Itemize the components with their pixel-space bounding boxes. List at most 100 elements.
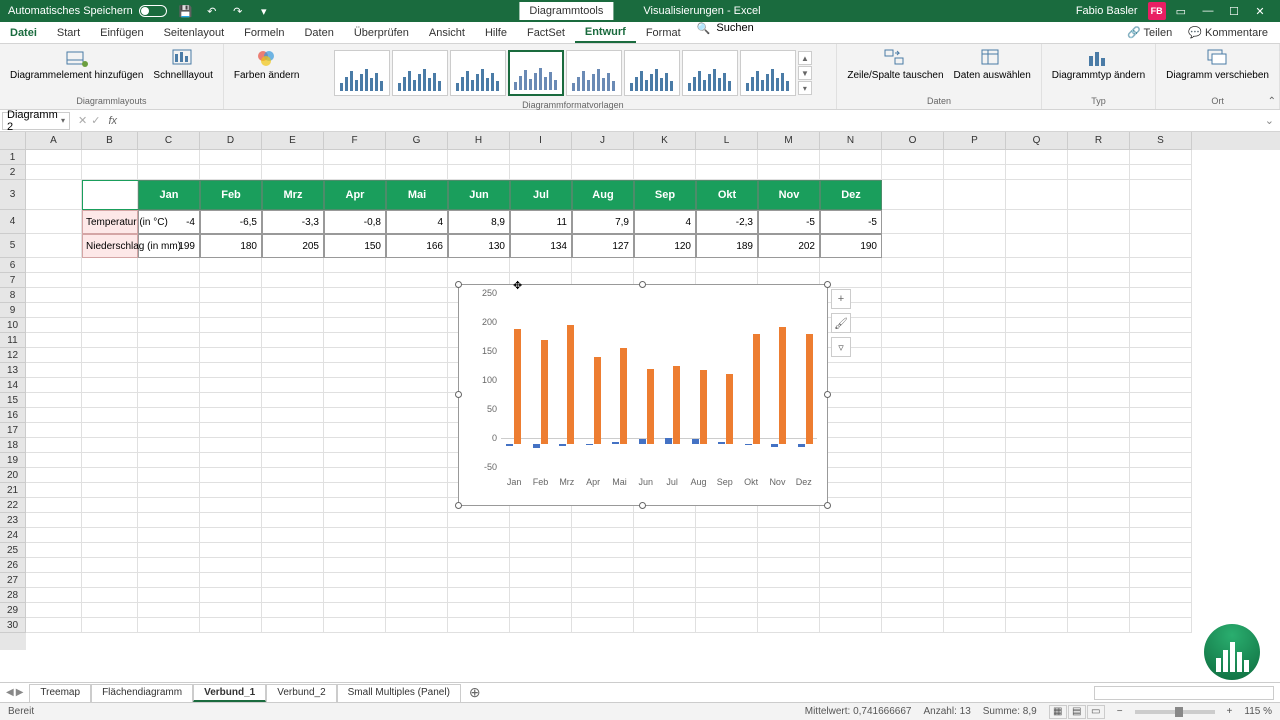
col-header-R[interactable]: R [1068,132,1130,150]
avatar[interactable]: FB [1148,2,1166,20]
bar-group[interactable] [692,370,707,444]
col-header-P[interactable]: P [944,132,1006,150]
row-header-27[interactable]: 27 [0,573,26,588]
col-header-L[interactable]: L [696,132,758,150]
sheet-nav-next-icon[interactable]: ▶ [16,687,24,698]
chart-style-6[interactable] [624,50,680,96]
select-data-button[interactable]: Daten auswählen [950,46,1035,96]
row-header-6[interactable]: 6 [0,258,26,273]
tab-daten[interactable]: Daten [294,22,343,43]
share-button[interactable]: 🔗 Teilen [1127,26,1172,39]
data-cell[interactable]: 134 [510,234,572,258]
maximize-button[interactable]: ☐ [1222,2,1246,20]
col-header-C[interactable]: C [138,132,200,150]
close-button[interactable]: ✕ [1248,2,1272,20]
data-cell[interactable]: -5 [820,210,882,234]
gallery-up-button[interactable]: ▲ [798,51,812,65]
row-header-12[interactable]: 12 [0,348,26,363]
gallery-more-button[interactable]: ▾ [798,81,812,95]
data-cell[interactable]: 190 [820,234,882,258]
view-normal-button[interactable]: ▦ [1049,705,1067,719]
bar-group[interactable] [745,334,760,444]
bar-group[interactable] [718,374,733,444]
fx-icon[interactable]: fx [108,115,121,127]
row-header-16[interactable]: 16 [0,408,26,423]
ribbon-display-icon[interactable]: ▭ [1176,5,1186,18]
bar-group[interactable] [559,325,574,444]
chart-style-5[interactable] [566,50,622,96]
autosave-toggle[interactable] [139,5,167,17]
row-header-10[interactable]: 10 [0,318,26,333]
bar-group[interactable] [612,348,627,444]
row-header-24[interactable]: 24 [0,528,26,543]
zoom-level[interactable]: 115 % [1244,706,1272,717]
redo-icon[interactable]: ↷ [231,4,245,18]
tab-factset[interactable]: FactSet [517,22,575,43]
switch-row-col-button[interactable]: Zeile/Spalte tauschen [843,46,947,96]
data-cell[interactable]: -6,5 [200,210,262,234]
row-header-15[interactable]: 15 [0,393,26,408]
quick-layout-button[interactable]: Schnelllayout [149,46,216,96]
col-header-A[interactable]: A [26,132,82,150]
tab-seitenlayout[interactable]: Seitenlayout [154,22,235,43]
data-cell[interactable]: -5 [758,210,820,234]
sheet-tab-verbund-1[interactable]: Verbund_1 [193,684,266,702]
row-header-20[interactable]: 20 [0,468,26,483]
chart-elements-button[interactable]: + [831,289,851,309]
chart-plot[interactable] [501,293,817,473]
row-header-8[interactable]: 8 [0,288,26,303]
expand-formula-icon[interactable]: ⌄ [1259,114,1280,127]
bar-group[interactable] [506,329,521,444]
data-cell[interactable]: 189 [696,234,758,258]
sheet-nav-prev-icon[interactable]: ◀ [6,687,14,698]
data-cell[interactable]: 8,9 [448,210,510,234]
chart-style-3[interactable] [450,50,506,96]
move-chart-button[interactable]: Diagramm verschieben [1162,46,1273,83]
save-icon[interactable]: 💾 [179,4,193,18]
sheet-tab-treemap[interactable]: Treemap [29,684,91,702]
sheet-tab-small-multiples--panel-[interactable]: Small Multiples (Panel) [337,684,461,702]
enter-formula-icon[interactable]: ✓ [91,114,100,127]
data-cell[interactable]: 205 [262,234,324,258]
chart-style-8[interactable] [740,50,796,96]
sheet-tab-verbund-2[interactable]: Verbund_2 [266,684,336,702]
row-header-13[interactable]: 13 [0,363,26,378]
data-cell[interactable]: 202 [758,234,820,258]
minimize-button[interactable]: — [1196,2,1220,20]
data-cell[interactable]: -3,3 [262,210,324,234]
chart-style-7[interactable] [682,50,738,96]
row-header-4[interactable]: 4 [0,210,26,234]
data-cell[interactable]: 120 [634,234,696,258]
row-header-28[interactable]: 28 [0,588,26,603]
bar-group[interactable] [586,357,601,444]
data-cell[interactable]: 180 [200,234,262,258]
col-header-K[interactable]: K [634,132,696,150]
col-header-E[interactable]: E [262,132,324,150]
col-header-B[interactable]: B [82,132,138,150]
tab-einfügen[interactable]: Einfügen [90,22,153,43]
row-header-19[interactable]: 19 [0,453,26,468]
row-header-21[interactable]: 21 [0,483,26,498]
search-icon[interactable]: 🔍 [691,22,717,43]
zoom-in-button[interactable]: + [1227,706,1233,717]
bar-group[interactable] [771,327,786,444]
data-cell[interactable]: 7,9 [572,210,634,234]
change-chart-type-button[interactable]: Diagrammtyp ändern [1048,46,1149,83]
formula-input[interactable] [121,112,1259,130]
row-header-18[interactable]: 18 [0,438,26,453]
col-header-O[interactable]: O [882,132,944,150]
data-cell[interactable]: 150 [324,234,386,258]
gallery-down-button[interactable]: ▼ [798,66,812,80]
col-header-F[interactable]: F [324,132,386,150]
row-header-9[interactable]: 9 [0,303,26,318]
col-header-N[interactable]: N [820,132,882,150]
row-header-17[interactable]: 17 [0,423,26,438]
row-header-5[interactable]: 5 [0,234,26,258]
data-cell[interactable]: 130 [448,234,510,258]
row-header-1[interactable]: 1 [0,150,26,165]
tab-ansicht[interactable]: Ansicht [419,22,475,43]
row-header-22[interactable]: 22 [0,498,26,513]
row-header-25[interactable]: 25 [0,543,26,558]
col-header-I[interactable]: I [510,132,572,150]
data-cell[interactable]: 166 [386,234,448,258]
